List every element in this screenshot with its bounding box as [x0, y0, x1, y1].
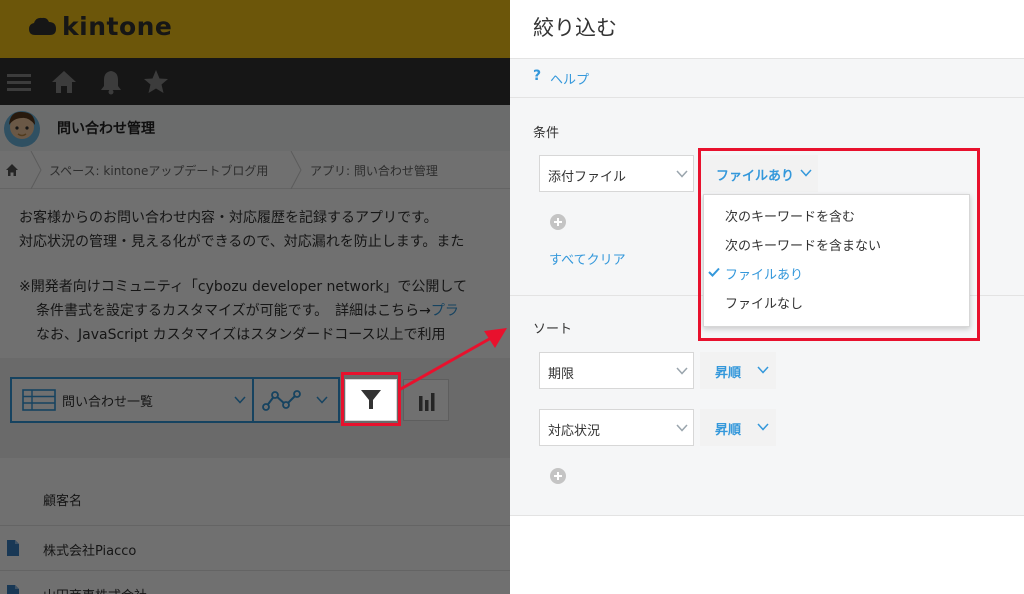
- chevron-down-icon: [234, 396, 246, 404]
- customer-name: 山田商事株式会社: [43, 585, 147, 594]
- help-icon[interactable]: ?: [533, 68, 541, 84]
- global-nav: [0, 58, 510, 105]
- description-text: 条件書式を設定するカスタマイズが可能です。 詳細はこちら→: [36, 303, 431, 319]
- chevron-down-icon: [676, 170, 688, 178]
- kintone-logo[interactable]: kintone: [28, 12, 172, 41]
- avatar: [4, 111, 40, 147]
- cloud-icon: [29, 17, 56, 35]
- table-header: 顧客名: [0, 470, 510, 526]
- chevron-down-icon: [757, 366, 769, 374]
- add-condition-button[interactable]: [550, 214, 566, 230]
- description-link[interactable]: プラ: [431, 303, 459, 319]
- breadcrumb-app[interactable]: アプリ: 問い合わせ管理: [310, 162, 438, 179]
- view-selector[interactable]: 問い合わせ一覧: [10, 377, 254, 423]
- sort-field-label: 対応状況: [548, 424, 601, 439]
- view-selector-label: 問い合わせ一覧: [62, 395, 154, 410]
- chevron-down-icon: [757, 423, 769, 431]
- conditions-label: 条件: [533, 126, 560, 141]
- record-detail-icon[interactable]: [7, 585, 19, 594]
- sort-order-select[interactable]: 昇順: [700, 352, 776, 389]
- filter-button-highlight: [341, 372, 401, 426]
- annotation-arrow-icon: [398, 328, 507, 392]
- bell-icon[interactable]: [98, 69, 124, 95]
- dropdown-highlight: [698, 148, 980, 341]
- chevron-down-icon: [316, 396, 328, 404]
- menu-icon[interactable]: [6, 69, 32, 95]
- condition-field-select[interactable]: 添付ファイル: [539, 155, 694, 192]
- customer-name: 株式会社Piacco: [43, 544, 137, 559]
- app-description-line: 条件書式を設定するカスタマイズが可能です。 詳細はこちら→プラ: [36, 300, 510, 320]
- sort-label: ソート: [533, 322, 573, 337]
- app-description-line: お客様からのお問い合わせ内容・対応履歴を記録するアプリです。: [19, 210, 438, 226]
- chevron-down-icon: [676, 367, 688, 375]
- app-header: kintone: [0, 0, 510, 58]
- breadcrumb-separator-icon: [30, 151, 42, 189]
- app-name: 問い合わせ管理: [57, 121, 155, 137]
- sort-order-label: 昇順: [715, 366, 742, 381]
- sort-field-select[interactable]: 期限: [539, 352, 694, 389]
- condition-field-label: 添付ファイル: [548, 170, 627, 185]
- logo-text: kintone: [62, 12, 173, 41]
- star-icon[interactable]: [143, 69, 169, 95]
- column-header-customer[interactable]: 顧客名: [43, 490, 82, 509]
- app-description-line: ※開発者向けコミュニティ「cybozu developer network」で公…: [19, 279, 467, 295]
- kintone-app: kintone 問い合わせ管理 スペース: kintoneアップデートブログ用 …: [0, 0, 510, 594]
- record-detail-icon[interactable]: [7, 540, 19, 556]
- sort-field-select[interactable]: 対応状況: [539, 409, 694, 446]
- table-row[interactable]: 株式会社Piacco: [0, 526, 510, 571]
- breadcrumb: スペース: kintoneアップデートブログ用 アプリ: 問い合わせ管理: [0, 151, 510, 189]
- clear-all-link[interactable]: すべてクリア: [549, 249, 626, 268]
- home-icon[interactable]: [5, 163, 19, 177]
- add-sort-button[interactable]: [550, 468, 566, 484]
- graph-selector[interactable]: [254, 377, 340, 423]
- chevron-down-icon: [676, 424, 688, 432]
- list-view-icon: [22, 389, 56, 411]
- app-title-bar: 問い合わせ管理: [0, 105, 510, 151]
- filter-dialog: 絞り込む ? ヘルプ 条件 添付ファイル ファイルあり すべてクリア ソート 期…: [510, 0, 1024, 594]
- app-description-line: 対応状況の管理・見える化ができるので、対応漏れを防止します。また: [19, 234, 465, 250]
- table-row[interactable]: 山田商事株式会社: [0, 571, 510, 594]
- help-bar: ? ヘルプ: [510, 58, 1024, 98]
- home-icon[interactable]: [51, 69, 77, 95]
- sort-field-label: 期限: [548, 367, 575, 382]
- sort-order-select[interactable]: 昇順: [700, 409, 776, 446]
- breadcrumb-separator-icon: [290, 151, 302, 189]
- sort-order-label: 昇順: [715, 423, 742, 438]
- breadcrumb-space[interactable]: スペース: kintoneアップデートブログ用: [49, 162, 268, 179]
- dialog-title: 絞り込む: [533, 16, 617, 40]
- help-link[interactable]: ヘルプ: [550, 69, 589, 88]
- line-graph-icon: [262, 390, 301, 411]
